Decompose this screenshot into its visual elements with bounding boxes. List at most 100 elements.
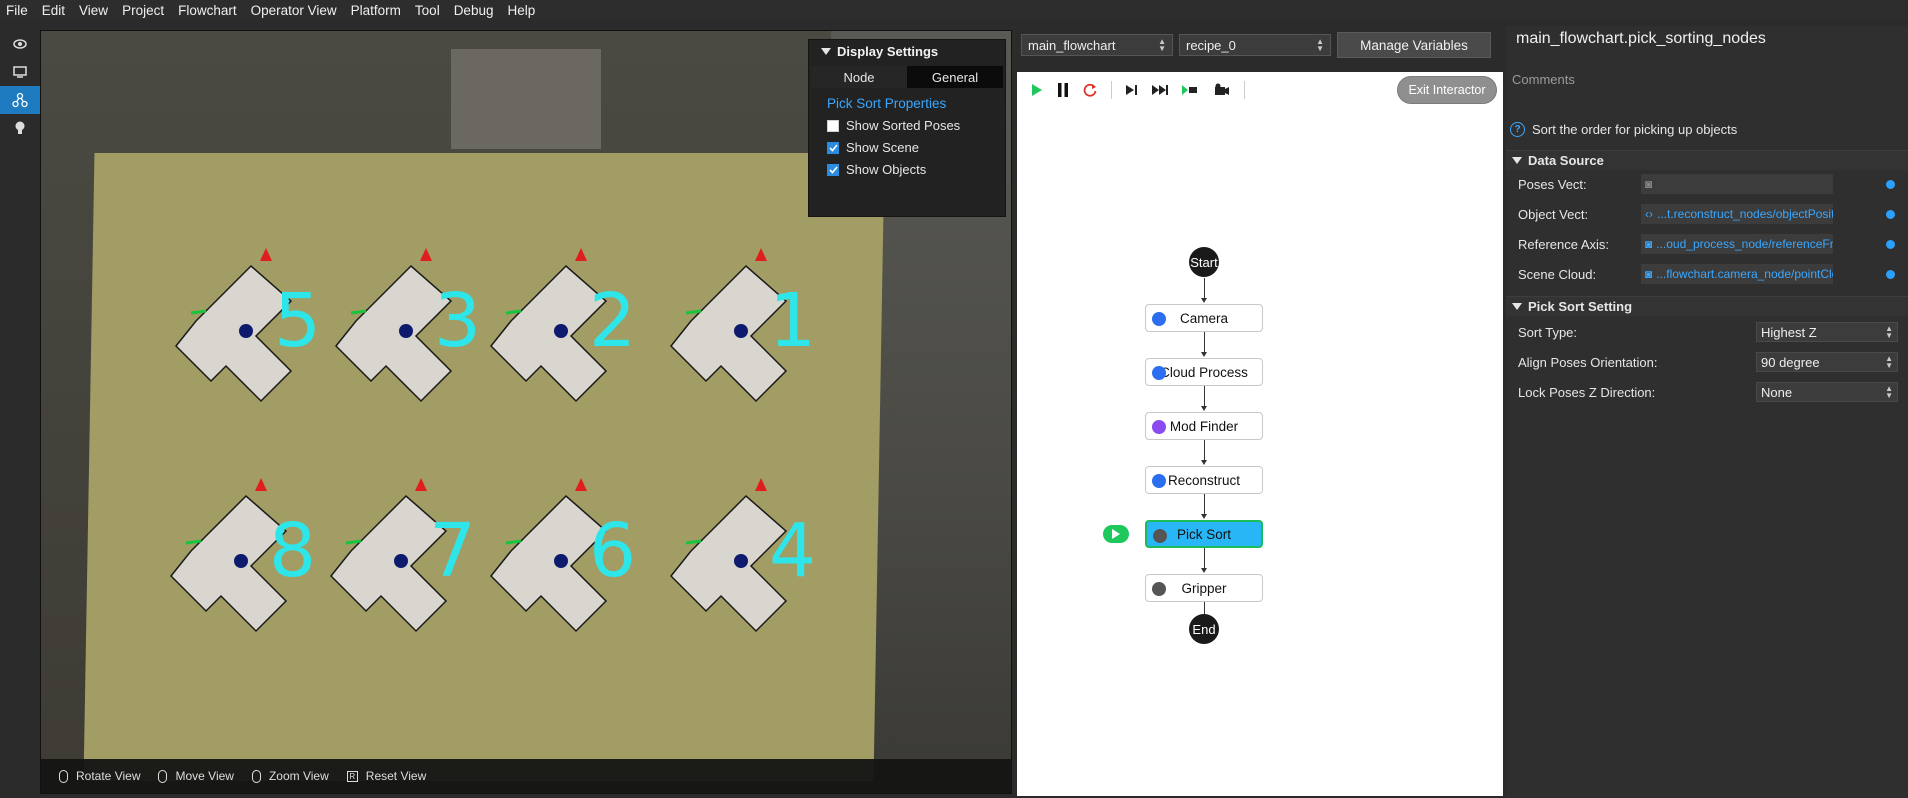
controls-divider — [1111, 81, 1112, 99]
comments-field[interactable]: Comments — [1512, 72, 1575, 87]
pose-dot — [234, 554, 248, 568]
flow-node-label: Gripper — [1181, 580, 1227, 596]
connector-line — [1204, 494, 1205, 514]
z-axis-marker — [575, 478, 587, 491]
collapse-triangle-icon[interactable] — [1512, 157, 1522, 164]
scene-cloud-row: Scene Cloud: ◙ ...flowchart.camera_node/p… — [1506, 262, 1908, 286]
connector-arrow — [1201, 298, 1207, 303]
menu-help[interactable]: Help — [507, 3, 535, 18]
sort-type-select[interactable]: Highest Z ▲ ▼ — [1756, 322, 1898, 342]
scene-cloud-label: Scene Cloud: — [1518, 266, 1597, 282]
poses-vect-input[interactable]: ◙ — [1641, 174, 1833, 194]
scene-cloud-port[interactable] — [1886, 269, 1895, 279]
flow-node-cloud-process[interactable]: Cloud Process — [1145, 358, 1263, 386]
flowchart-icon[interactable] — [0, 86, 40, 114]
connector-arrow — [1201, 352, 1207, 357]
menu-file[interactable]: File — [6, 3, 28, 18]
eye-camera-icon[interactable] — [0, 30, 40, 58]
exit-interactor-button[interactable]: Exit Interactor — [1397, 76, 1497, 104]
pick-sort-icon — [1153, 529, 1167, 543]
rotate-view-hint: Rotate View — [59, 769, 140, 783]
gripper-icon — [1152, 582, 1166, 596]
pause-icon[interactable] — [1057, 83, 1069, 97]
show-sorted-poses-option[interactable]: Show Sorted Poses — [809, 111, 1005, 133]
lock-z-select[interactable]: None ▲ ▼ — [1756, 382, 1898, 402]
fast-forward-icon[interactable] — [1152, 84, 1168, 96]
pose-dot — [734, 324, 748, 338]
menu-project[interactable]: Project — [122, 3, 164, 18]
menu-operator-view[interactable]: Operator View — [251, 3, 337, 18]
tab-general[interactable]: General — [907, 66, 1003, 88]
camera-icon: ◙ — [1645, 177, 1653, 191]
pick-sort-setting-section[interactable]: Pick Sort Setting — [1506, 296, 1908, 316]
scene-cloud-input[interactable]: ◙ ...flowchart.camera_node/pointCloud — [1641, 264, 1833, 284]
flowchart-select[interactable]: main_flowchart ▲ ▼ — [1021, 34, 1173, 56]
show-objects-option[interactable]: Show Objects — [809, 155, 1005, 177]
show-scene-checkbox[interactable] — [827, 141, 839, 154]
r-key-icon: R — [346, 770, 358, 782]
object-vect-port[interactable] — [1886, 209, 1895, 219]
connector-arrow — [1201, 514, 1207, 519]
poses-vect-port[interactable] — [1886, 179, 1895, 189]
start-node[interactable]: Start — [1189, 247, 1219, 277]
mod-finder-icon — [1152, 420, 1166, 434]
menu-platform[interactable]: Platform — [351, 3, 401, 18]
monitor-icon[interactable] — [0, 58, 40, 86]
lightbulb-icon[interactable] — [0, 114, 40, 142]
flow-node-mod-finder[interactable]: Mod Finder — [1145, 412, 1263, 440]
sort-order-label: 8 — [269, 508, 316, 594]
collapse-triangle-icon[interactable] — [821, 47, 831, 55]
flow-node-reconstruct[interactable]: Reconstruct — [1145, 466, 1263, 494]
record-camera-icon[interactable] — [1212, 83, 1230, 97]
recipe-select-value: recipe_0 — [1186, 37, 1236, 53]
updown-icon: ▲ ▼ — [1158, 37, 1166, 53]
help-icon[interactable]: ? — [1510, 122, 1525, 137]
pick-sort-setting-heading: Pick Sort Setting — [1528, 299, 1633, 314]
menu-tool[interactable]: Tool — [415, 3, 440, 18]
node-description: ? Sort the order for picking up objects — [1510, 122, 1737, 137]
pipe-fitting-object: 7 — [329, 478, 476, 633]
reference-axis-row: Reference Axis: ◙ ...oud_process_node/ref… — [1506, 232, 1908, 256]
sort-order-label: 7 — [429, 508, 476, 594]
run-to-node-icon[interactable] — [1182, 84, 1198, 96]
object-vect-input[interactable]: ‹› ...t.reconstruct_nodes/objectPositions — [1641, 204, 1833, 224]
flow-node-camera[interactable]: Camera — [1145, 304, 1263, 332]
reference-axis-input[interactable]: ◙...oud_process_node/referenceFrame — [1641, 234, 1833, 254]
show-sorted-poses-checkbox[interactable] — [827, 119, 839, 132]
restart-icon[interactable] — [1083, 83, 1097, 97]
flow-node-pick-sort[interactable]: Pick Sort — [1145, 520, 1263, 548]
play-icon[interactable] — [1031, 84, 1043, 96]
connector-line — [1204, 548, 1205, 568]
show-objects-checkbox[interactable] — [827, 163, 839, 176]
display-settings-tabs: Node General — [811, 66, 1003, 88]
menu-debug[interactable]: Debug — [454, 3, 494, 18]
pose-dot — [239, 324, 253, 338]
pose-dot — [554, 554, 568, 568]
pipe-fitting-object: 8 — [169, 478, 316, 633]
reference-axis-label: Reference Axis: — [1518, 236, 1610, 252]
connector-line — [1204, 332, 1205, 352]
pose-dot — [399, 324, 413, 338]
align-poses-select[interactable]: 90 degree ▲ ▼ — [1756, 352, 1898, 372]
collapse-triangle-icon[interactable] — [1512, 303, 1522, 310]
display-settings-panel: Display Settings Node General Pick Sort … — [808, 39, 1006, 217]
z-axis-marker — [755, 248, 767, 261]
sort-order-label: 1 — [769, 278, 816, 364]
menu-edit[interactable]: Edit — [42, 3, 65, 18]
pipe-fitting-object: 5 — [174, 248, 321, 403]
reference-axis-port[interactable] — [1886, 239, 1895, 249]
z-axis-marker — [575, 248, 587, 261]
show-scene-option[interactable]: Show Scene — [809, 133, 1005, 155]
data-source-section[interactable]: Data Source — [1506, 150, 1908, 170]
tab-node[interactable]: Node — [811, 66, 907, 88]
step-icon[interactable] — [1126, 84, 1138, 96]
menu-view[interactable]: View — [79, 3, 108, 18]
flowchart-canvas[interactable]: Exit Interactor Start Camera Cloud Process… — [1017, 72, 1503, 796]
end-node[interactable]: End — [1189, 614, 1219, 644]
display-settings-header[interactable]: Display Settings — [809, 40, 1005, 62]
flow-node-gripper[interactable]: Gripper — [1145, 574, 1263, 602]
manage-variables-button[interactable]: Manage Variables — [1337, 32, 1491, 58]
data-source-heading: Data Source — [1528, 153, 1604, 168]
menu-flowchart[interactable]: Flowchart — [178, 3, 237, 18]
recipe-select[interactable]: recipe_0 ▲ ▼ — [1179, 34, 1331, 56]
